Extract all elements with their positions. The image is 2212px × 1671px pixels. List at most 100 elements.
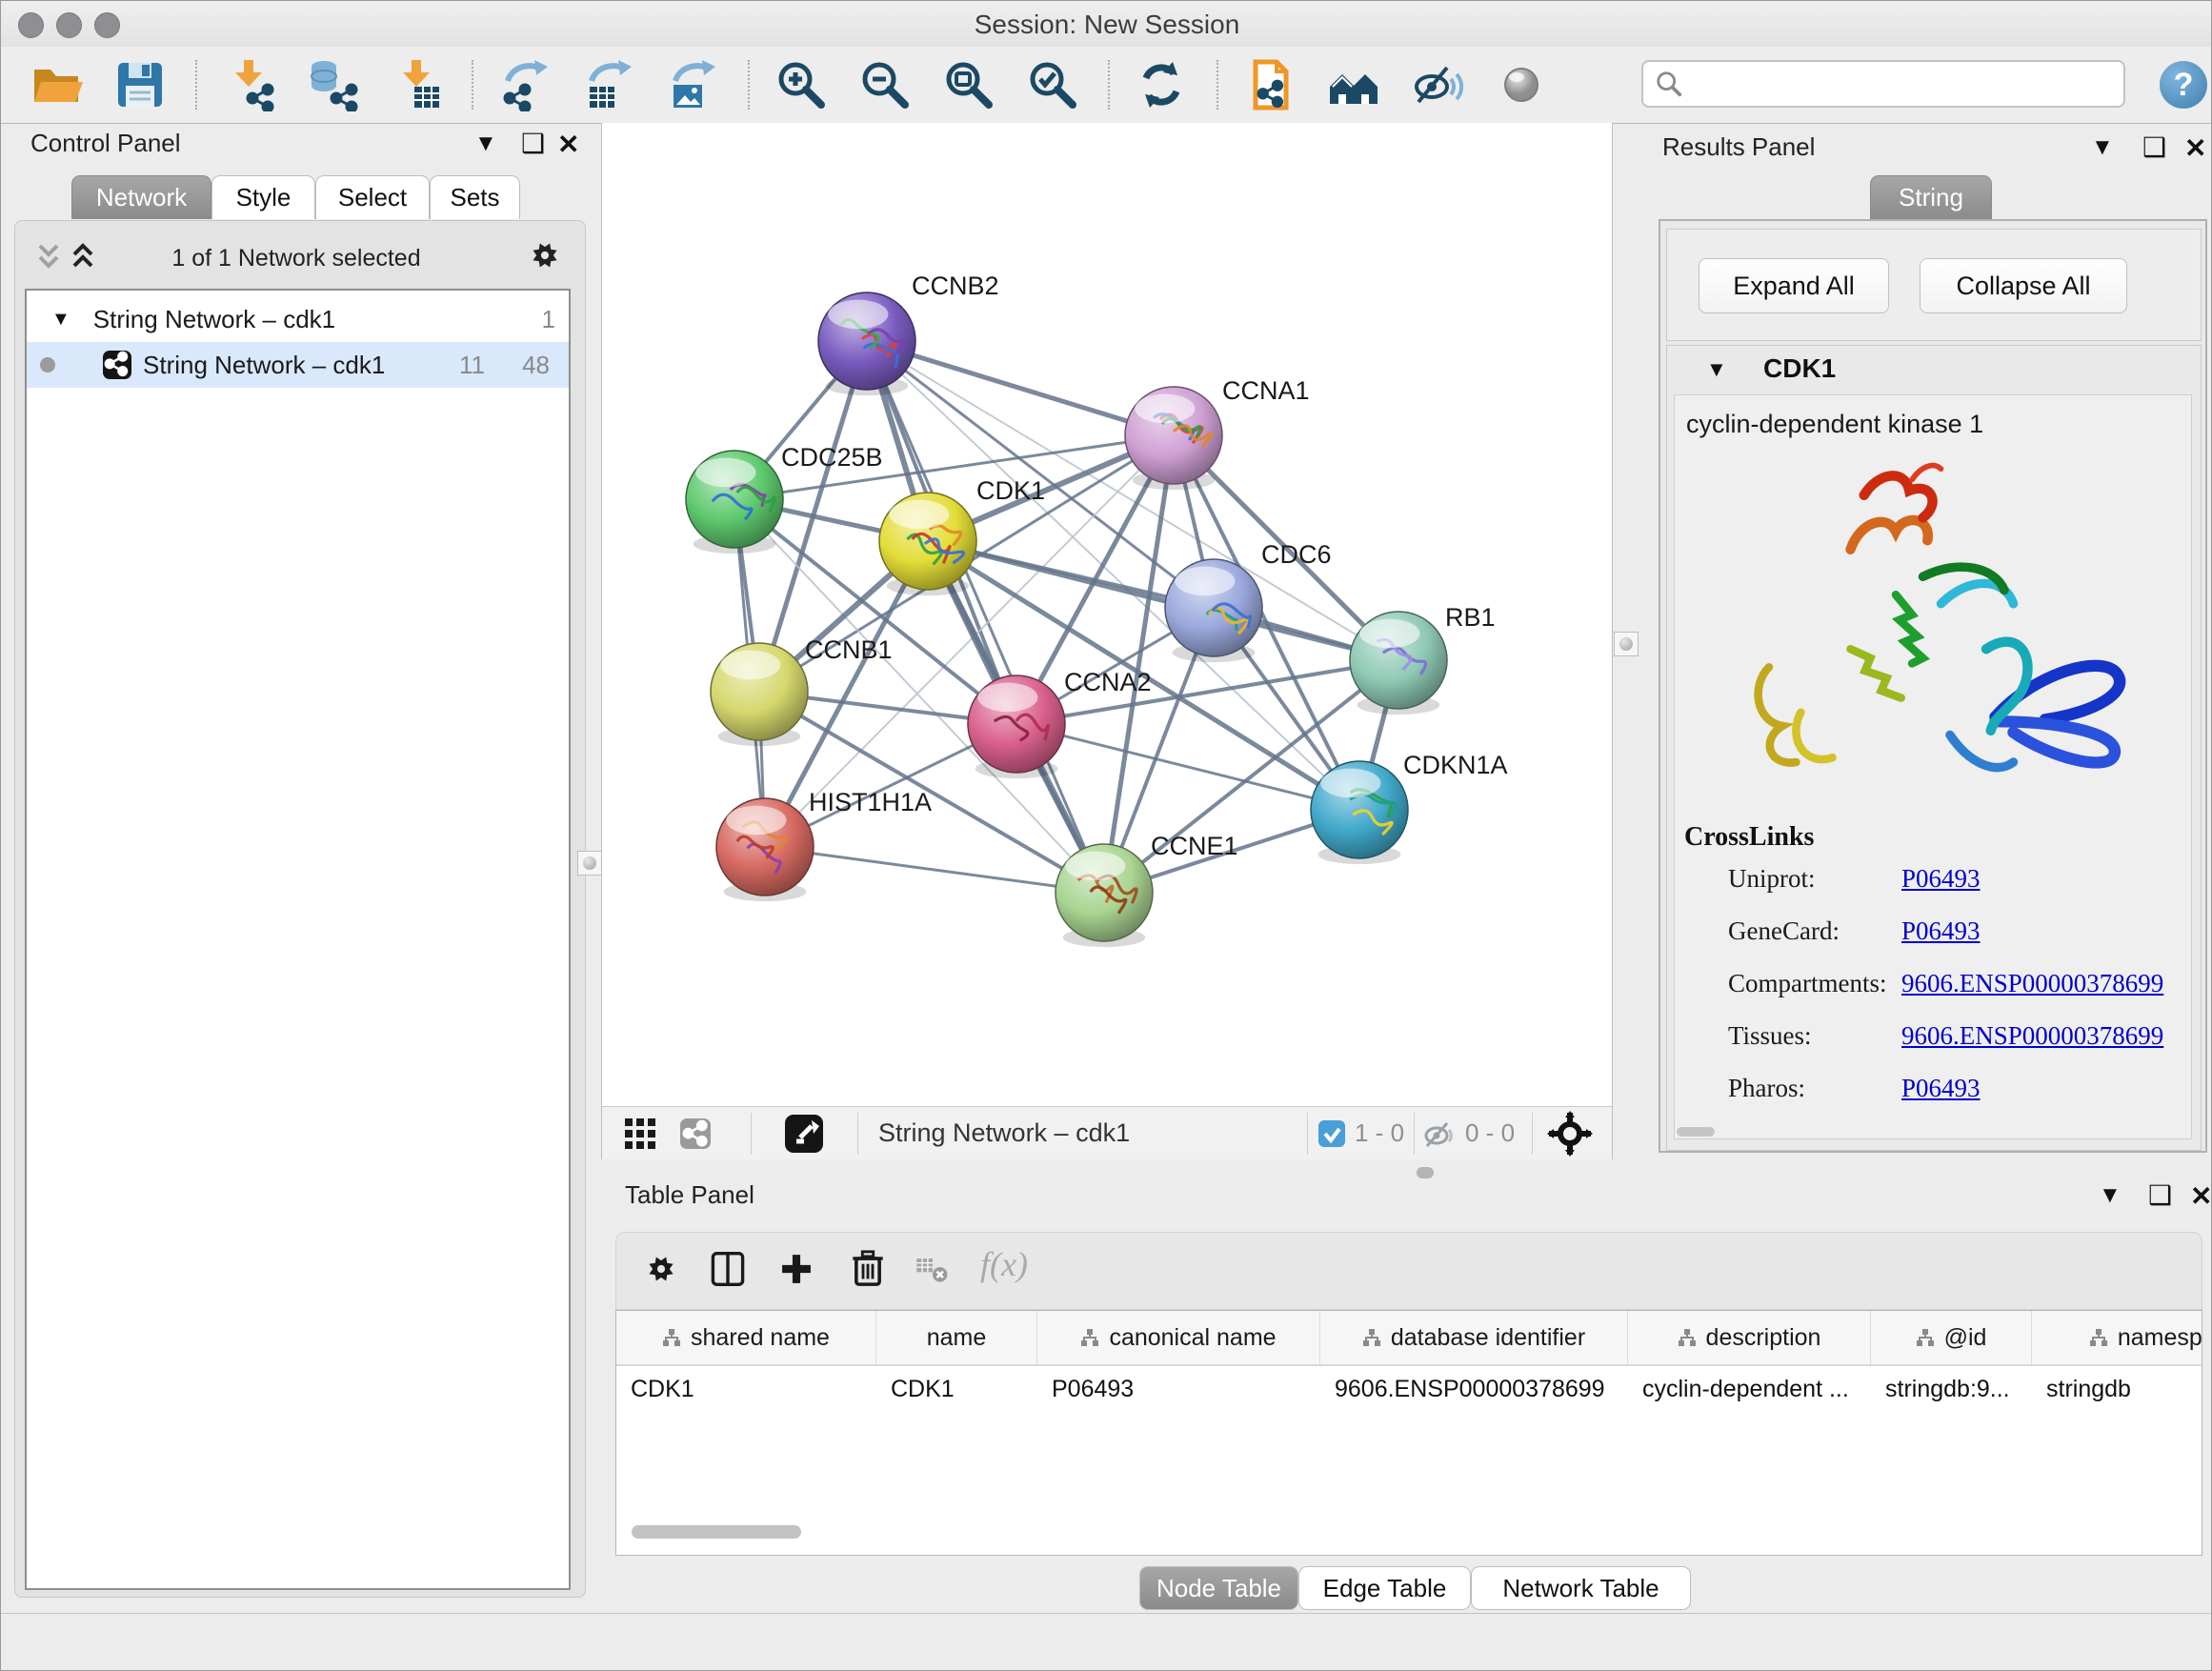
edge[interactable] bbox=[765, 847, 1104, 893]
crosslink-row: Uniprot: P06493 bbox=[1675, 864, 2191, 904]
results-hscrollbar[interactable] bbox=[1677, 1127, 1715, 1137]
selected-items-icon bbox=[1318, 1120, 1345, 1147]
export-image-icon[interactable] bbox=[664, 56, 721, 113]
crosslink-link[interactable]: P06493 bbox=[1901, 916, 1981, 946]
crosslink-link[interactable]: 9606.ENSP00000378699 bbox=[1901, 969, 2163, 998]
import-table-from-file-icon[interactable] bbox=[388, 56, 445, 113]
crosslink-link[interactable]: P06493 bbox=[1901, 864, 1981, 894]
control-panel-float-icon[interactable]: ▼ bbox=[474, 131, 497, 157]
node-label: CDC6 bbox=[1261, 540, 1332, 569]
node-cdk1[interactable]: CDK1 bbox=[879, 476, 1045, 595]
expand-all-networks-icon[interactable] bbox=[70, 239, 100, 270]
node-rb1[interactable]: RB1 bbox=[1350, 603, 1496, 715]
zoom-selected-icon[interactable] bbox=[1024, 56, 1081, 113]
results-panel-close-icon[interactable]: ✕ bbox=[2184, 132, 2206, 164]
table-cell[interactable]: cyclin-dependent ... bbox=[1628, 1366, 1871, 1412]
results-panel-float-icon[interactable]: ▼ bbox=[2091, 134, 2114, 161]
network-row[interactable]: String Network – cdk1 11 48 bbox=[27, 342, 569, 388]
collapse-all-networks-icon[interactable] bbox=[35, 239, 66, 270]
toolbar-separator bbox=[748, 60, 750, 110]
table-cell[interactable]: stringdb:9... bbox=[1871, 1366, 2032, 1412]
show-lens-icon[interactable] bbox=[1493, 56, 1550, 113]
detach-view-icon[interactable] bbox=[785, 1115, 823, 1153]
selected-count: 1 - 0 bbox=[1355, 1118, 1404, 1148]
add-column-icon[interactable] bbox=[778, 1251, 814, 1287]
collection-expander-icon[interactable]: ▼ bbox=[51, 309, 70, 331]
tab-select[interactable]: Select bbox=[315, 175, 430, 219]
table-cell[interactable]: P06493 bbox=[1037, 1366, 1320, 1412]
import-network-from-file-icon[interactable] bbox=[220, 56, 277, 113]
open-session-icon[interactable] bbox=[28, 56, 85, 113]
search-input[interactable] bbox=[1693, 70, 2106, 98]
column-header-database-identifier[interactable]: database identifier bbox=[1320, 1311, 1628, 1364]
control-panel-maximize-icon[interactable]: ❑ bbox=[521, 128, 545, 159]
column-header-shared-name[interactable]: shared name bbox=[616, 1311, 876, 1364]
node-cdc6[interactable]: CDC6 bbox=[1165, 540, 1332, 662]
table-panel-float-icon[interactable]: ▼ bbox=[2099, 1182, 2122, 1209]
import-network-from-database-icon[interactable] bbox=[304, 56, 361, 113]
collection-label: String Network – cdk1 bbox=[93, 305, 335, 334]
tab-edge-table[interactable]: Edge Table bbox=[1298, 1566, 1471, 1610]
expand-all-button[interactable]: Expand All bbox=[1699, 258, 1889, 313]
right-splitter-handle[interactable] bbox=[1614, 632, 1639, 656]
export-table-icon[interactable] bbox=[580, 56, 637, 113]
crosslink-row: Tissues: 9606.ENSP00000378699 bbox=[1675, 1021, 2191, 1061]
node-hist1h1a[interactable]: HIST1H1A bbox=[716, 788, 932, 901]
column-header--id[interactable]: @id bbox=[1871, 1311, 2032, 1364]
crosslink-link[interactable]: 9606.ENSP00000378699 bbox=[1901, 1021, 2163, 1051]
toolbar-separator bbox=[1217, 60, 1218, 110]
table-panel-maximize-icon[interactable]: ❑ bbox=[2148, 1179, 2172, 1211]
crosslink-link[interactable]: P06493 bbox=[1901, 1074, 1981, 1103]
protein-expander-icon[interactable]: ▼ bbox=[1706, 357, 1727, 382]
column-header-description[interactable]: description bbox=[1628, 1311, 1871, 1364]
table-options-gear-icon[interactable] bbox=[643, 1251, 679, 1287]
help-button[interactable]: ? bbox=[2160, 61, 2207, 109]
refresh-view-icon[interactable] bbox=[1133, 56, 1190, 113]
column-header-namespace[interactable]: namespace bbox=[2032, 1311, 2202, 1364]
center-view-icon[interactable] bbox=[1547, 1111, 1593, 1157]
tab-style[interactable]: Style bbox=[211, 175, 315, 219]
left-splitter-handle[interactable] bbox=[577, 851, 602, 876]
crosslink-label: GeneCard: bbox=[1728, 916, 1840, 946]
network-canvas[interactable]: CCNB2 CCNA1 CDC25B CDK1 CDC6 RB1 CCNB1 C… bbox=[601, 123, 1613, 1106]
table-panel-close-icon[interactable]: ✕ bbox=[2190, 1180, 2212, 1212]
table-hscrollbar[interactable] bbox=[632, 1525, 801, 1539]
table-cell[interactable]: CDK1 bbox=[616, 1366, 876, 1412]
tab-string[interactable]: String bbox=[1870, 175, 1992, 219]
birdseye-view-icon[interactable] bbox=[625, 1118, 655, 1149]
node-ccna1[interactable]: CCNA1 bbox=[1125, 376, 1310, 490]
string-import-icon[interactable] bbox=[1241, 56, 1298, 113]
delete-column-icon[interactable] bbox=[849, 1249, 887, 1287]
table-cell[interactable]: stringdb bbox=[2032, 1366, 2202, 1412]
node-ccnb2[interactable]: CCNB2 bbox=[818, 272, 999, 395]
node-table[interactable]: shared namename canonical name database … bbox=[615, 1310, 2202, 1556]
tab-network[interactable]: Network bbox=[71, 175, 211, 219]
network-collection-row[interactable]: ▼ String Network – cdk1 1 bbox=[27, 296, 569, 342]
table-cell[interactable]: CDK1 bbox=[876, 1366, 1037, 1412]
column-header-canonical-name[interactable]: canonical name bbox=[1037, 1311, 1320, 1364]
show-columns-icon[interactable] bbox=[710, 1251, 746, 1287]
collapse-all-button[interactable]: Collapse All bbox=[1920, 258, 2127, 313]
node-cdkn1a[interactable]: CDKN1A bbox=[1311, 751, 1508, 864]
tab-sets[interactable]: Sets bbox=[430, 175, 520, 219]
save-session-icon[interactable] bbox=[111, 56, 169, 113]
results-panel-maximize-icon[interactable]: ❑ bbox=[2142, 131, 2166, 163]
search-box[interactable] bbox=[1641, 60, 2125, 108]
hide-selected-icon[interactable] bbox=[1409, 56, 1466, 113]
export-network-icon[interactable] bbox=[496, 56, 553, 113]
zoom-in-icon[interactable] bbox=[773, 56, 830, 113]
toolbar-separator bbox=[472, 60, 473, 110]
tab-node-table[interactable]: Node Table bbox=[1139, 1566, 1298, 1610]
table-cell[interactable]: 9606.ENSP00000378699 bbox=[1320, 1366, 1628, 1412]
network-options-gear-icon[interactable] bbox=[527, 237, 563, 273]
results-panel-title: Results Panel bbox=[1662, 132, 1815, 162]
string-network-icon bbox=[103, 351, 131, 379]
bottom-splitter-handle[interactable] bbox=[1417, 1167, 1434, 1178]
control-panel-close-icon[interactable]: ✕ bbox=[557, 129, 579, 160]
home-confidence-icon[interactable] bbox=[1325, 56, 1382, 113]
tab-network-table[interactable]: Network Table bbox=[1471, 1566, 1691, 1610]
node-ccne1[interactable]: CCNE1 bbox=[1056, 832, 1238, 947]
column-header-name[interactable]: name bbox=[876, 1311, 1037, 1364]
zoom-out-icon[interactable] bbox=[856, 56, 914, 113]
zoom-fit-content-icon[interactable] bbox=[940, 56, 997, 113]
